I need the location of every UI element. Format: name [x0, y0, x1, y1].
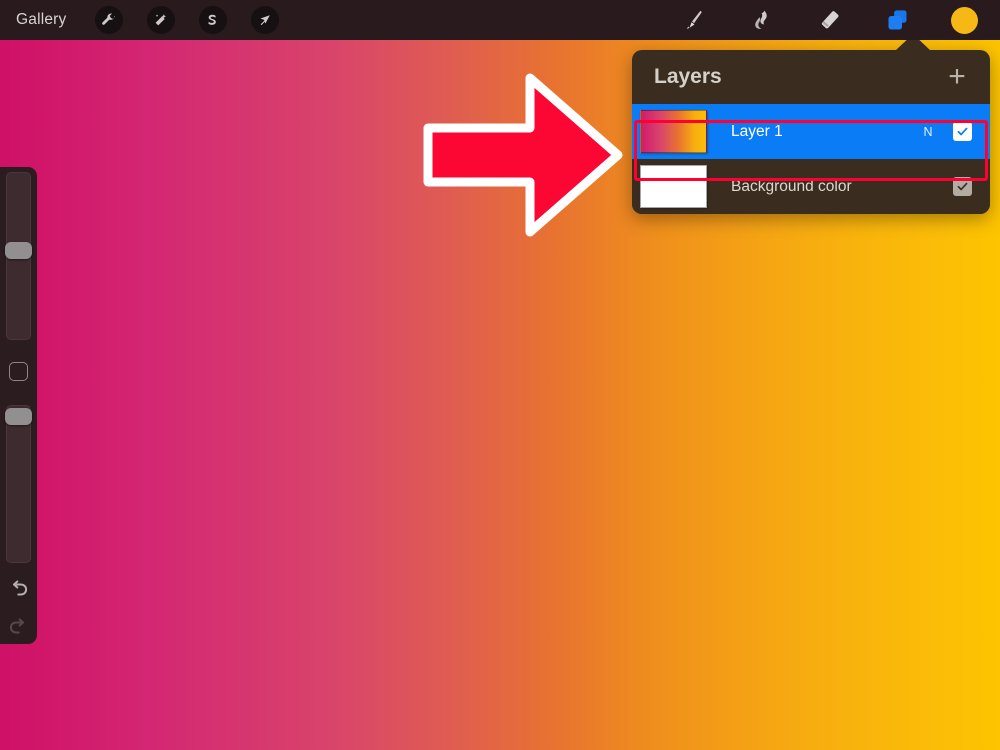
eraser-icon[interactable] [815, 6, 843, 34]
gallery-button[interactable]: Gallery [16, 11, 67, 29]
wrench-icon[interactable] [94, 6, 123, 34]
brush-opacity-slider[interactable] [6, 405, 31, 563]
layer-thumbnail[interactable] [640, 110, 707, 153]
layer-row[interactable]: Background color [632, 159, 990, 214]
layer-visibility-checkbox[interactable] [953, 177, 972, 196]
smudge-icon[interactable] [747, 6, 775, 34]
panel-title: Layers [654, 65, 722, 88]
layer-thumbnail[interactable] [640, 165, 707, 208]
layer-row[interactable]: Layer 1 N [632, 104, 990, 159]
layer-visibility-checkbox[interactable] [953, 122, 972, 141]
add-layer-button[interactable]: + [944, 62, 970, 92]
layer-name: Layer 1 [731, 122, 783, 140]
brush-size-slider-thumb[interactable] [5, 242, 32, 259]
layer-name: Background color [731, 177, 852, 195]
paintbrush-icon[interactable] [679, 6, 707, 34]
modify-button[interactable] [9, 362, 28, 381]
left-tool-group [94, 6, 279, 34]
s-curve-icon[interactable] [198, 6, 227, 34]
layers-panel: Layers + Layer 1 N Background color [632, 50, 990, 214]
layers-panel-header: Layers + [632, 50, 990, 104]
right-tool-group [679, 6, 978, 34]
arrow-icon[interactable] [250, 6, 279, 34]
wand-icon[interactable] [146, 6, 175, 34]
pointer-arrow-annotation [420, 62, 626, 253]
layers-icon[interactable] [883, 6, 911, 34]
redo-icon[interactable] [6, 615, 31, 640]
left-sidebar [0, 167, 37, 644]
brush-opacity-slider-thumb[interactable] [5, 408, 32, 425]
undo-icon[interactable] [6, 577, 31, 602]
top-toolbar: Gallery [0, 0, 1000, 40]
procreate-app-window: Gallery Layers + Layer 1 N Background co… [0, 0, 1000, 750]
blend-mode-label[interactable]: N [923, 125, 933, 139]
color-swatch[interactable] [951, 6, 978, 34]
